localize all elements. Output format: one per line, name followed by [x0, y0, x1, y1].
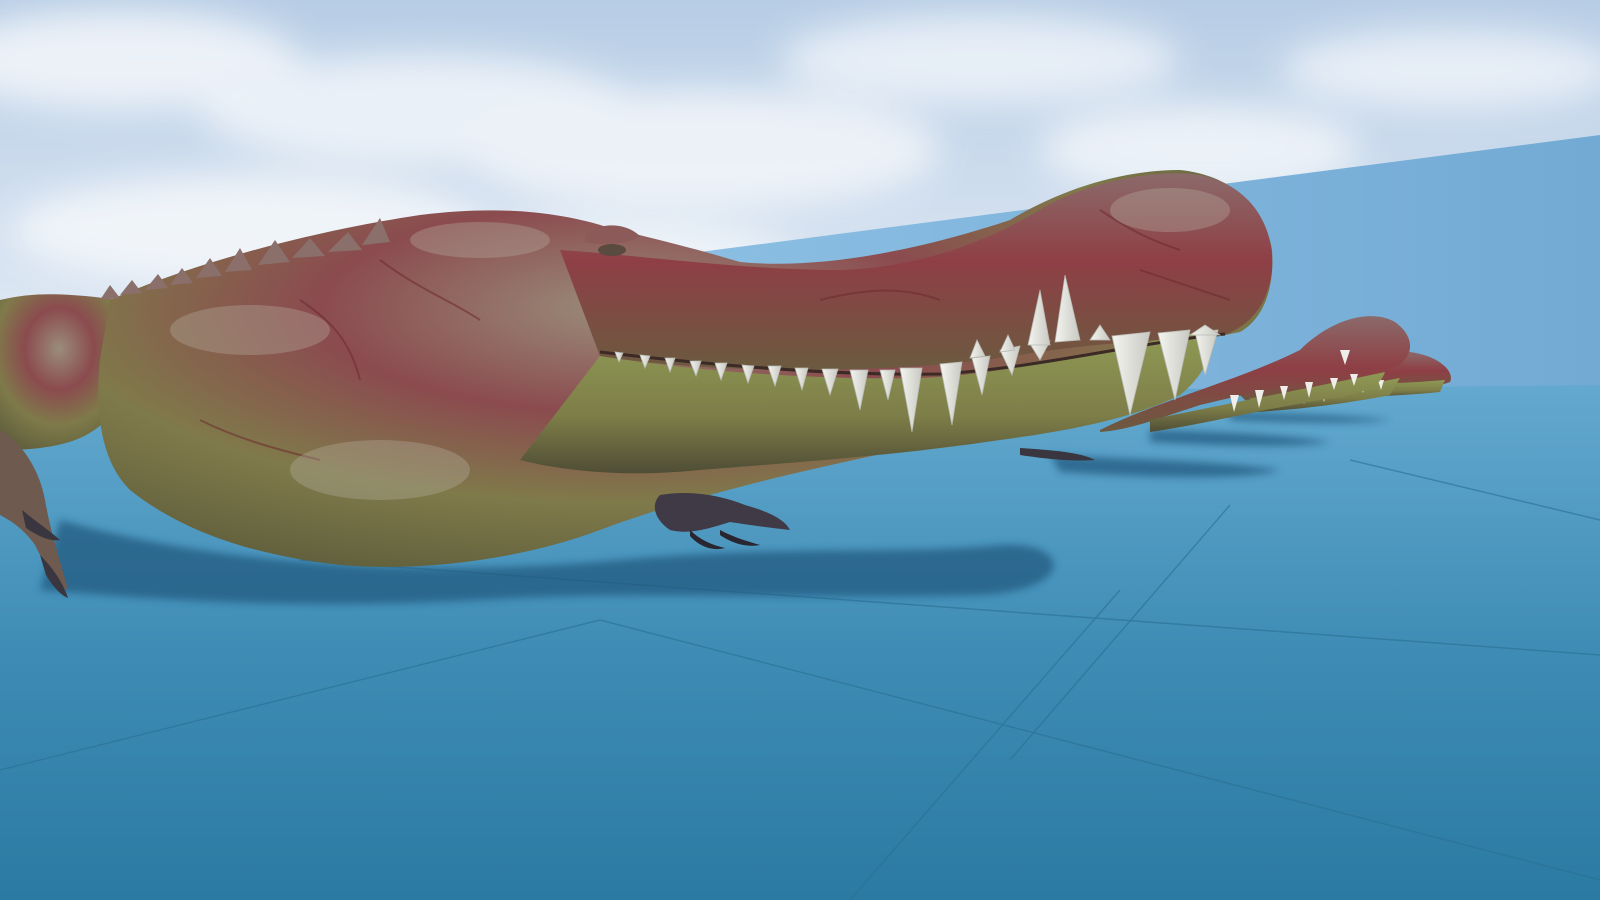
game-viewport[interactable] [0, 0, 1600, 900]
rendered-scene [0, 0, 1600, 900]
eye [598, 244, 626, 256]
